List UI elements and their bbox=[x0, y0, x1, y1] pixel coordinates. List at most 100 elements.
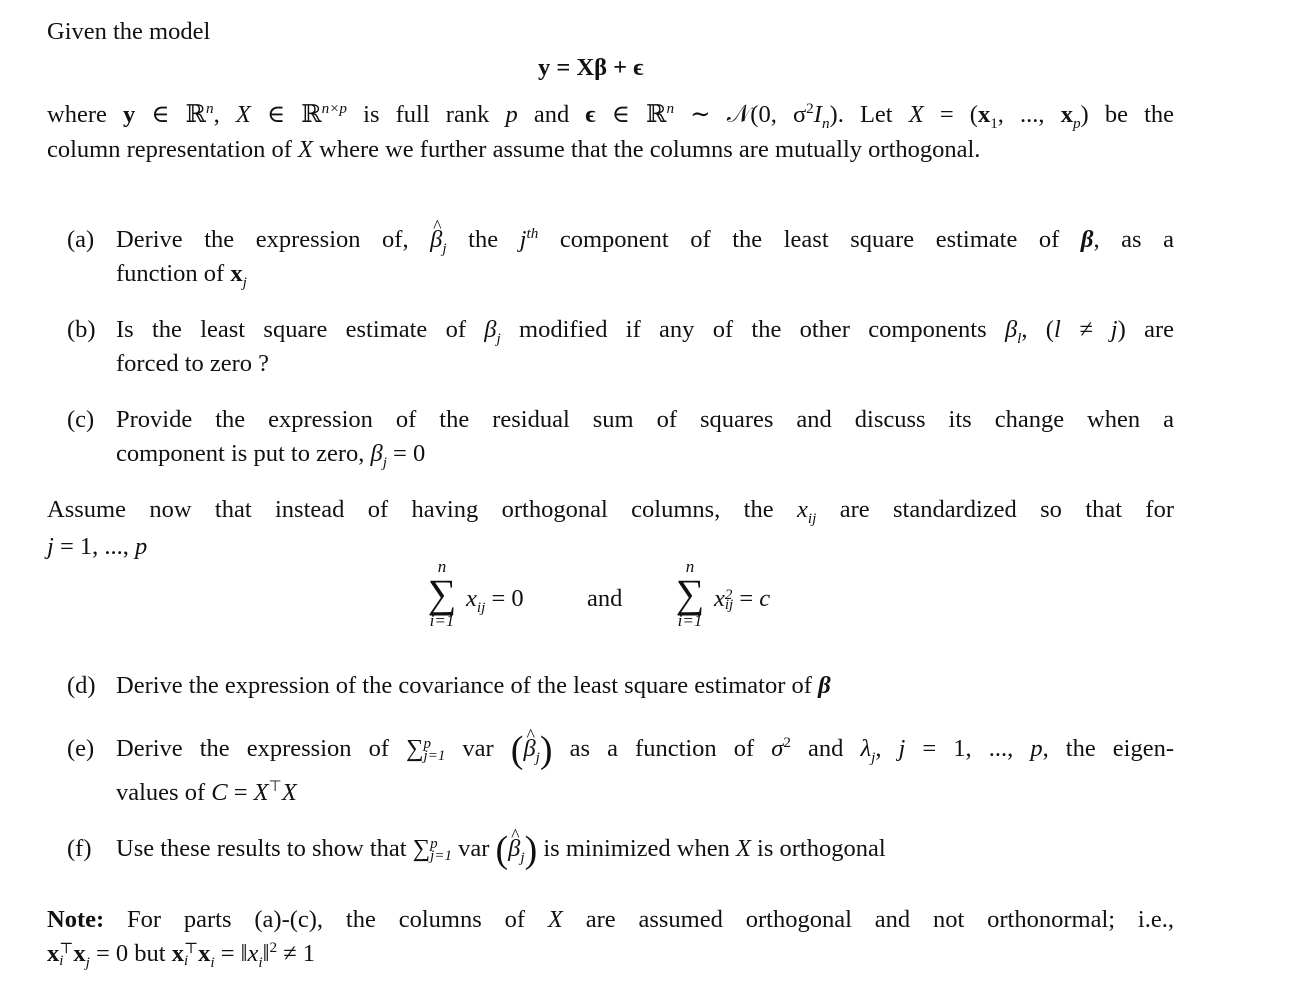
math-fragment: x bbox=[1060, 101, 1073, 128]
math-fragment: var bbox=[451, 835, 496, 862]
equation-connector: and bbox=[587, 585, 623, 612]
math-fragment: , ..., bbox=[997, 101, 1061, 128]
math-fragment: i bbox=[59, 953, 64, 970]
math-fragment: x bbox=[466, 585, 477, 612]
math-fragment: β bbox=[1080, 226, 1094, 253]
question-d-line-1: Derive the expression of the covariance … bbox=[116, 671, 831, 701]
question-a-line-2: function of xj bbox=[116, 259, 247, 291]
standardization-line-2: j = 1, ..., p bbox=[47, 532, 147, 562]
math-fragment: and bbox=[517, 101, 586, 128]
question-e-line-1: Derive the expression of ∑pj=1 var (βj) … bbox=[116, 720, 1174, 769]
math-fragment: i=1 bbox=[429, 611, 455, 630]
math-fragment: i bbox=[183, 953, 189, 970]
math-fragment: ). Let bbox=[829, 101, 909, 128]
math-fragment: c bbox=[759, 585, 771, 612]
math-fragment: l ≠ j bbox=[1053, 316, 1118, 343]
math-fragment: 2 bbox=[806, 99, 814, 117]
math-fragment: = ( bbox=[923, 101, 978, 128]
math-fragment: ∈ ℝ bbox=[135, 101, 206, 128]
math-fragment: ⊤ i bbox=[59, 942, 73, 970]
standardization-line-1: Assume now that instead of having orthog… bbox=[47, 495, 1174, 526]
question-c-label: (c) bbox=[67, 406, 95, 433]
math-fragment: x bbox=[247, 940, 259, 967]
sum-1-body: xij = 0 bbox=[466, 584, 524, 615]
math-fragment: ‖ bbox=[262, 940, 270, 967]
question-d-label: (d) bbox=[67, 672, 96, 699]
math-fragment: where bbox=[47, 101, 123, 128]
math-fragment: = bbox=[733, 585, 760, 612]
math-fragment: X bbox=[235, 101, 251, 128]
model-equation-text: y = Xβ + ϵ bbox=[538, 54, 644, 81]
sum-2-body: x 2 ij = c bbox=[714, 584, 770, 614]
math-fragment: Assume now that instead of having orthog… bbox=[47, 496, 797, 523]
math-fragment: β bbox=[818, 672, 831, 699]
math-fragment: 2 ij bbox=[725, 588, 733, 613]
question-b-label: (b) bbox=[67, 316, 96, 343]
math-fragment: ∑ bbox=[427, 571, 457, 616]
math-fragment: X bbox=[547, 906, 563, 933]
math-fragment: ( bbox=[495, 829, 509, 871]
math-fragment: ) bbox=[539, 729, 553, 771]
math-fragment: = 1, ..., bbox=[53, 533, 136, 560]
math-fragment: function of bbox=[116, 260, 231, 287]
math-fragment: , ( bbox=[1021, 316, 1054, 343]
math-fragment: y bbox=[122, 101, 136, 128]
math-fragment: p j=1 bbox=[430, 837, 452, 864]
sum-2: n ∑ i=1 bbox=[668, 558, 712, 630]
math-fragment: ∈ ℝ bbox=[595, 101, 667, 128]
math-fragment: ≠ 1 bbox=[277, 940, 316, 967]
math-fragment: modified if any of the other components bbox=[500, 316, 1005, 343]
math-fragment: = 0 bbox=[485, 585, 524, 612]
math-fragment: Is the least square estimate of bbox=[116, 316, 485, 343]
math-fragment: j=1 bbox=[423, 748, 446, 765]
math-fragment: ∑ bbox=[412, 835, 431, 862]
math-fragment: x bbox=[230, 260, 243, 287]
math-fragment: th bbox=[526, 224, 539, 242]
math-fragment: = bbox=[227, 779, 254, 806]
math-fragment: , bbox=[213, 101, 236, 128]
math-fragment: p bbox=[505, 101, 518, 128]
math-fragment: X bbox=[253, 779, 269, 806]
math-fragment: ) are bbox=[1117, 316, 1174, 343]
math-fragment: j bbox=[242, 273, 247, 291]
math-fragment: 2 bbox=[783, 733, 791, 751]
question-a-label: (a) bbox=[67, 226, 95, 253]
math-fragment: p bbox=[135, 533, 148, 560]
math-fragment: Provide the expression of the residual s… bbox=[116, 406, 1174, 433]
math-fragment: X bbox=[735, 835, 751, 862]
math-fragment: component is put to zero, bbox=[116, 440, 371, 467]
math-fragment: 1 bbox=[990, 114, 998, 132]
math-fragment: β bbox=[370, 440, 383, 467]
note-line-1: Note: For parts (a)-(c), the columns of … bbox=[47, 905, 1174, 935]
math-fragment: x bbox=[47, 940, 60, 967]
math-fragment: β bbox=[508, 820, 520, 864]
math-fragment: β bbox=[430, 211, 442, 255]
math-fragment: values of bbox=[116, 779, 212, 806]
math-fragment: forced to zero ? bbox=[116, 350, 270, 377]
math-fragment: var bbox=[445, 735, 511, 762]
math-fragment: p j=1 bbox=[423, 737, 446, 765]
question-f-line-1: Use these results to show that ∑ p j=1 var… bbox=[116, 820, 886, 869]
math-fragment: X bbox=[908, 101, 924, 128]
math-fragment: x bbox=[714, 585, 725, 612]
math-fragment: , bbox=[875, 735, 899, 762]
math-fragment: Derive the expression of the covariance … bbox=[116, 672, 819, 699]
math-fragment: 2 bbox=[269, 938, 278, 956]
math-fragment: and bbox=[790, 735, 861, 762]
question-f-label: (f) bbox=[67, 835, 92, 862]
math-fragment: ∈ ℝ bbox=[250, 101, 322, 128]
question-e-line-2: values of C = X⊤X bbox=[116, 778, 297, 808]
math-fragment: n bbox=[666, 99, 675, 117]
math-fragment: X bbox=[298, 136, 314, 163]
math-fragment: are assumed orthogonal and not orthonorm… bbox=[562, 906, 1174, 933]
math-fragment: j bbox=[47, 533, 54, 560]
math-fragment: ∼ 𝒩(0, σ bbox=[674, 101, 807, 128]
math-fragment: as a function of bbox=[552, 735, 772, 762]
math-fragment: is orthogonal bbox=[750, 835, 886, 862]
math-fragment: n bbox=[821, 114, 830, 132]
note-line-2: x ⊤ i xj = 0 but x ⊤ i xi = ‖xi‖2 ≠ 1 bbox=[47, 938, 316, 970]
math-fragment: = 1, ..., bbox=[905, 735, 1031, 762]
math-fragment: are standardized so that for bbox=[816, 496, 1174, 523]
math-fragment: For parts (a)-(c), the columns of bbox=[104, 906, 548, 933]
math-fragment: p bbox=[1030, 735, 1043, 762]
